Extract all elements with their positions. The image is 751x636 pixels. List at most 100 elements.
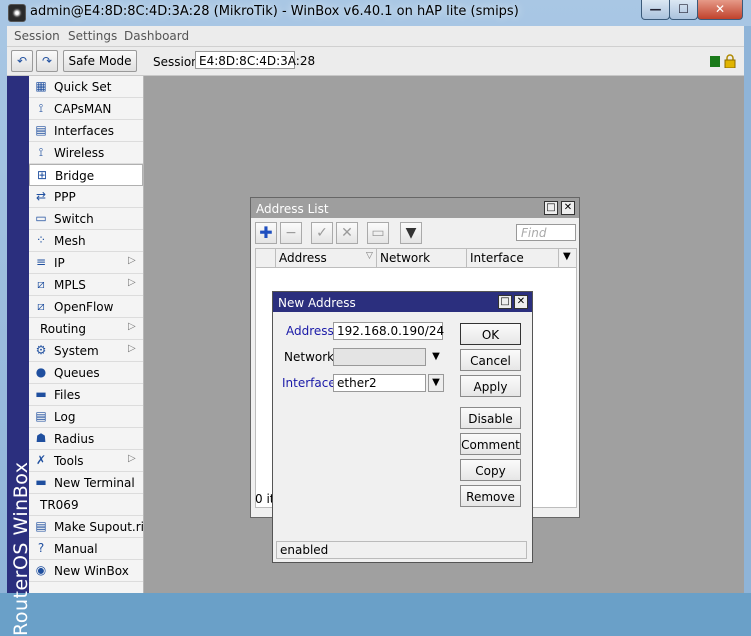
sidebar-item-label: PPP [54,190,76,204]
submenu-arrow-icon: ▷ [128,255,136,266]
minimize-button[interactable]: — [641,0,670,20]
files-icon: ▬ [35,387,47,401]
sidebar-item-queues[interactable]: ● Queues [29,362,143,384]
disable-icon[interactable]: ✕ [336,222,358,244]
apply-button[interactable]: Apply [460,375,521,397]
sidebar-item-make-supout-rif[interactable]: ▤ Make Supout.rif [29,516,148,538]
sidebar-item-switch[interactable]: ▭ Switch [29,208,143,230]
sidebar-item-radius[interactable]: ☗ Radius [29,428,143,450]
address-list-maximize-button[interactable]: □ [544,201,558,215]
sidebar-item-quick-set[interactable]: ▦ Quick Set [29,76,143,98]
sidebar-item-new-terminal[interactable]: ▬ New Terminal [29,472,143,494]
network-dropdown-icon[interactable]: ▼ [431,351,441,362]
network-field[interactable] [333,348,426,366]
sidebar-item-system[interactable]: ⚙ System ▷ [29,340,143,362]
menu-settings[interactable]: Settings [68,29,117,43]
ppp-icon: ⇄ [35,189,47,203]
terminal-icon: ▬ [35,475,47,489]
winbox-icon: ◉ [35,563,47,577]
column-interface[interactable]: Interface [470,251,524,265]
undo-button[interactable]: ↶ [11,50,33,72]
log-icon: ▤ [35,409,47,423]
interfaces-icon: ▤ [35,123,47,137]
menu-bar: Session Settings Dashboard [7,26,744,47]
menu-session[interactable]: Session [14,29,60,43]
sidebar-item-openflow[interactable]: ⧄ OpenFlow [29,296,143,318]
sidebar: ▦ Quick Set ⟟ CAPsMAN ▤ Interfaces ⟟ Wireless ⊞ B… [29,76,148,593]
enable-icon[interactable]: ✓ [311,222,333,244]
ok-button[interactable]: OK [460,323,521,345]
column-menu-icon[interactable]: ▼ [563,251,571,262]
sidebar-item-new-winbox[interactable]: ◉ New WinBox [29,560,143,582]
sidebar-item-mpls[interactable]: ⧄ MPLS ▷ [29,274,143,296]
submenu-arrow-icon: ▷ [128,321,136,332]
menu-dashboard[interactable]: Dashboard [124,29,189,43]
close-button[interactable]: ✕ [697,0,743,20]
sidebar-item-label: Files [54,388,81,402]
sidebar-item-bridge[interactable]: ⊞ Bridge [29,164,143,186]
address-list-toolbar: ✚ − ✓ ✕ ▭ ▼ Find [251,219,579,245]
network-label: Network: [284,350,339,364]
filter-icon[interactable]: ▼ [400,222,422,244]
openflow-icon: ⧄ [37,299,45,313]
winbox-window: admin@E4:8D:8C:4D:3A:28 (MikroTik) - Win… [0,0,751,636]
sidebar-item-label: IP [54,256,65,270]
new-address-dialog[interactable]: New Address □ ✕ Address: 192.168.0.190/2… [272,291,533,563]
sidebar-item-tr069[interactable]: TR069 [29,494,143,516]
add-icon[interactable]: ✚ [255,222,277,244]
bridge-icon: ⊞ [36,168,48,182]
address-list-titlebar[interactable]: Address List □ ✕ [251,198,579,218]
find-input[interactable]: Find [516,224,576,241]
cancel-button[interactable]: Cancel [460,349,521,371]
interface-label: Interface: [282,376,340,390]
address-field[interactable]: 192.168.0.190/24 [333,322,444,340]
sidebar-item-ip[interactable]: ≡ IP ▷ [29,252,143,274]
remove-button[interactable]: Remove [460,485,521,507]
remove-icon[interactable]: − [280,222,302,244]
sidebar-item-label: System [54,344,99,358]
system-icon: ⚙ [35,343,47,357]
queues-icon: ● [35,365,47,379]
undo-icon: ↶ [16,54,28,68]
new-address-maximize-button[interactable]: □ [498,295,512,309]
sidebar-item-tools[interactable]: ✗ Tools ▷ [29,450,143,472]
sidebar-item-wireless[interactable]: ⟟ Wireless [29,142,143,164]
sidebar-item-label: Switch [54,212,94,226]
sidebar-item-label: Mesh [54,234,86,248]
sidebar-item-label: MPLS [54,278,86,292]
manual-icon: ? [37,541,45,555]
address-label: Address: [286,324,338,338]
title-bar[interactable]: admin@E4:8D:8C:4D:3A:28 (MikroTik) - Win… [0,0,751,26]
sidebar-item-label: Tools [54,454,84,468]
address-list-close-button[interactable]: ✕ [561,201,575,215]
new-address-close-button[interactable]: ✕ [514,295,528,309]
redo-button[interactable]: ↷ [36,50,58,72]
radius-icon: ☗ [35,431,47,445]
sidebar-item-capsman[interactable]: ⟟ CAPsMAN [29,98,143,120]
safe-mode-button[interactable]: Safe Mode [63,50,137,72]
session-field[interactable]: E4:8D:8C:4D:3A:28 [195,51,315,69]
column-network[interactable]: Network [380,251,430,265]
sidebar-item-routing[interactable]: Routing ▷ [29,318,143,340]
interface-dropdown-icon[interactable]: ▼ [428,374,444,392]
sidebar-item-files[interactable]: ▬ Files [29,384,143,406]
sidebar-item-log[interactable]: ▤ Log [29,406,143,428]
maximize-button[interactable]: ☐ [669,0,698,20]
copy-button[interactable]: Copy [460,459,521,481]
quick-set-icon: ▦ [35,79,47,93]
sidebar-item-label: OpenFlow [54,300,114,314]
column-address[interactable]: Address [279,251,327,265]
sidebar-item-manual[interactable]: ? Manual [29,538,143,560]
brand-strip: RouterOS WinBox [7,76,32,636]
disable-button[interactable]: Disable [460,407,521,429]
comment-icon[interactable]: ▭ [367,222,389,244]
sidebar-item-interfaces[interactable]: ▤ Interfaces [29,120,143,142]
ip-icon: ≡ [35,255,47,269]
interface-field[interactable]: ether2 [333,374,426,392]
sidebar-item-ppp[interactable]: ⇄ PPP [29,186,143,208]
new-address-titlebar[interactable]: New Address □ ✕ [273,292,532,312]
comment-button[interactable]: Comment [460,433,521,455]
sidebar-item-label: Bridge [55,169,95,183]
tools-icon: ✗ [35,453,47,467]
sidebar-item-mesh[interactable]: ⁘ Mesh [29,230,143,252]
